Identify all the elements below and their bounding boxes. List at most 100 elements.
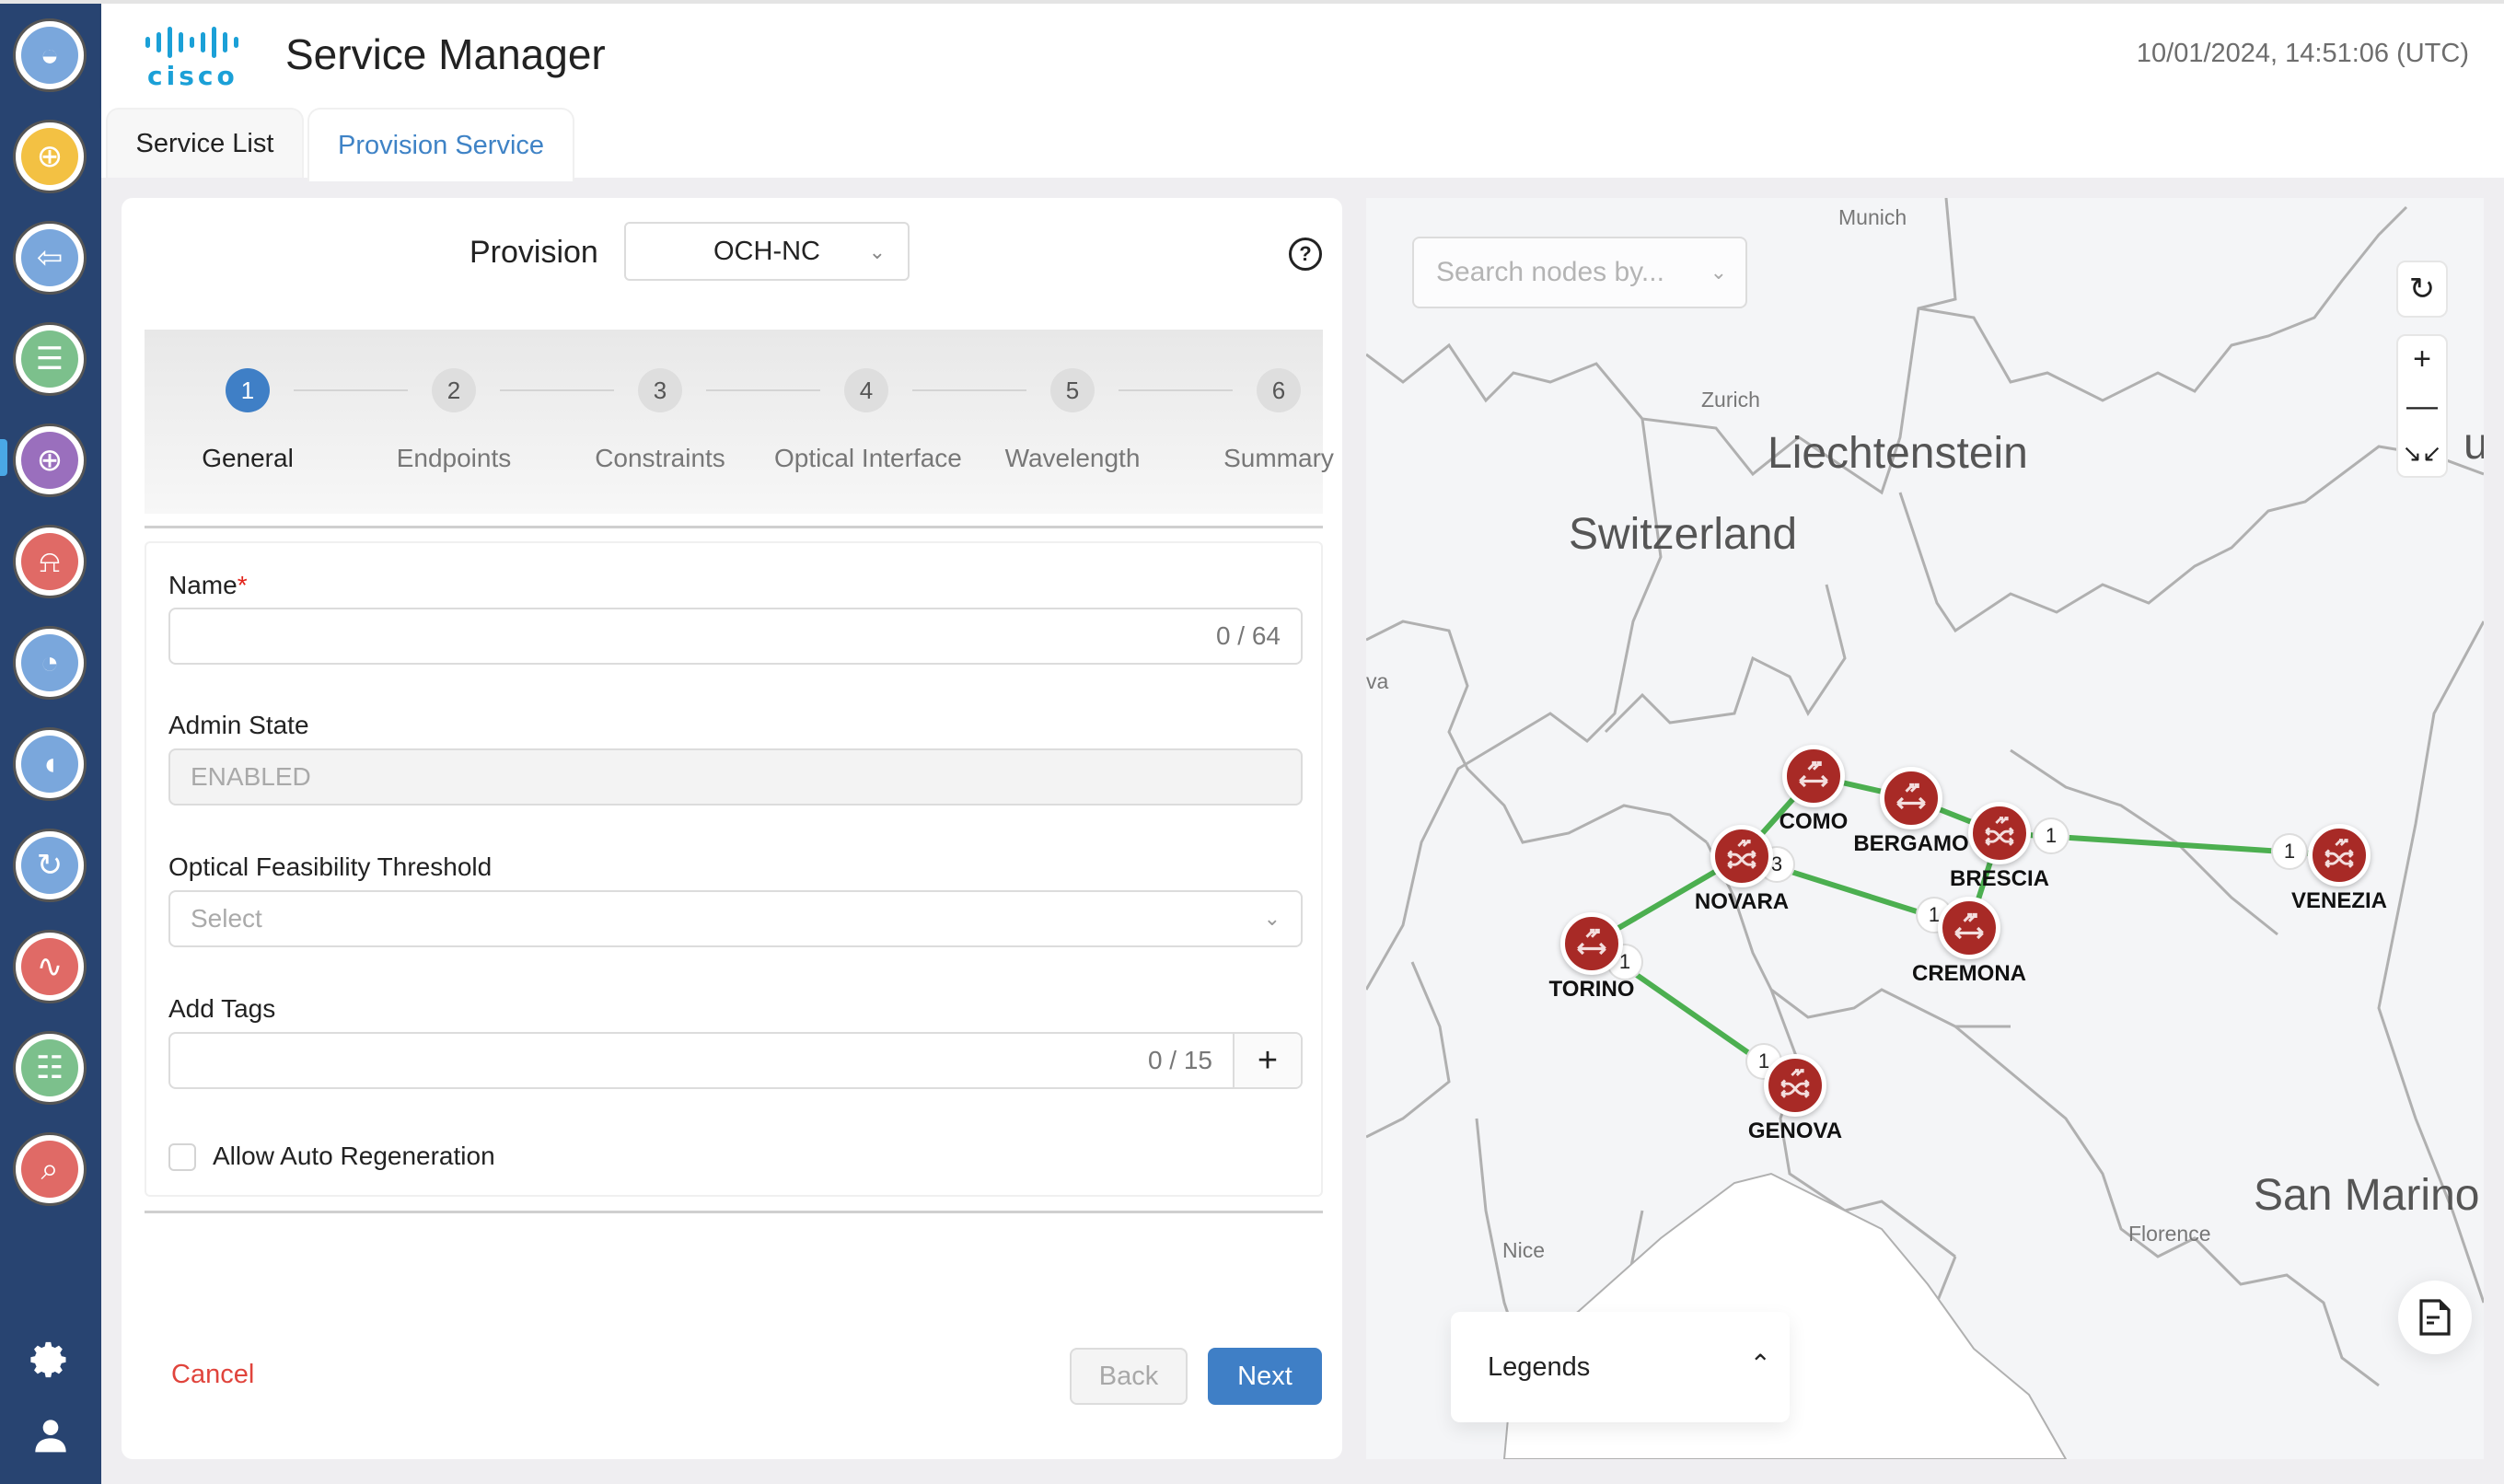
legends-panel[interactable]: Legends ⌃	[1451, 1312, 1790, 1422]
legends-title: Legends	[1488, 1352, 1591, 1382]
sidebar: ◒ ⊕ ⇦ ☰ ⊕ ⍾ ◔ ◖ ↻ ∿ ☷ ⌕	[0, 0, 101, 1484]
step-number: 3	[638, 368, 682, 412]
roadm-cross-connect-icon	[2319, 835, 2359, 875]
step-summary[interactable]: 6 Summary	[1187, 368, 1371, 473]
refresh-button[interactable]: ↻	[2396, 261, 2448, 318]
sidebar-item-sync[interactable]: ↻	[13, 829, 87, 902]
sidebar-item-import[interactable]: ⇦	[13, 221, 87, 295]
node-venezia[interactable]	[2308, 824, 2371, 887]
map-links	[1590, 773, 2340, 1088]
step-label: Optical Interface	[774, 444, 962, 472]
sidebar-item-documents[interactable]: ☰	[13, 322, 87, 396]
node-cremona[interactable]	[1938, 897, 2000, 959]
name-input[interactable]: 0 / 64	[168, 608, 1303, 665]
provision-type-value: OCH-NC	[713, 236, 820, 266]
roadm-cross-connect-icon	[1722, 836, 1762, 876]
node-label[interactable]: NOVARA	[1695, 889, 1789, 915]
sidebar-item-inventory[interactable]: ⊕	[13, 120, 87, 193]
fit-to-screen-button[interactable]: ↘↙	[2396, 430, 2448, 478]
plus-icon: +	[1257, 1040, 1279, 1080]
divider	[145, 1211, 1323, 1213]
report-button[interactable]	[2398, 1281, 2472, 1354]
app-title: Service Manager	[285, 30, 606, 78]
step-number: 6	[1257, 368, 1301, 412]
step-label: Wavelength	[1004, 444, 1141, 472]
wizard-stepper: 1 General 2 Endpoints 3 Constraints 4 Optical I…	[145, 330, 1334, 514]
sidebar-item-topology[interactable]: ◒	[13, 18, 87, 92]
node-label[interactable]: TORINO	[1549, 977, 1635, 1003]
step-label: General	[202, 444, 294, 472]
node-brescia[interactable]	[1968, 802, 2031, 864]
name-label: Name*	[168, 571, 248, 599]
oft-label: Optical Feasibility Threshold	[168, 852, 493, 881]
name-char-count: 0 / 64	[1215, 621, 1281, 650]
node-como[interactable]	[1782, 745, 1845, 807]
gear-icon[interactable]	[28, 1337, 74, 1383]
roadm-line-icon	[1571, 923, 1612, 964]
step-label: Endpoints	[396, 444, 512, 472]
user-icon[interactable]	[28, 1412, 74, 1458]
zoom-out-button[interactable]: —	[2396, 382, 2448, 432]
app-header: cisco Service Manager 10/01/2024, 14:51:…	[101, 0, 2504, 106]
admin-state-field: ENABLED	[168, 748, 1303, 806]
tab-service-list[interactable]: Service List	[106, 108, 304, 178]
sidebar-item-circuit[interactable]: ◖	[13, 727, 87, 801]
node-label[interactable]: VENEZIA	[2291, 888, 2387, 914]
search-nodes-placeholder: Search nodes by...	[1436, 257, 1664, 287]
node-bergamo[interactable]	[1880, 767, 1942, 829]
help-icon[interactable]: ?	[1289, 238, 1322, 271]
documents-icon: ☰	[21, 330, 78, 388]
node-label[interactable]: BRESCIA	[1950, 866, 2049, 892]
back-button[interactable]: Back	[1070, 1348, 1188, 1405]
bell-icon: ⍾	[21, 533, 78, 590]
chevron-down-icon: ⌄	[868, 240, 886, 263]
sidebar-item-performance[interactable]: ∿	[13, 930, 87, 1003]
step-general[interactable]: 1 General	[156, 368, 340, 473]
port-count-badge[interactable]: 1	[2271, 833, 2308, 870]
topology-map[interactable]: MunichZurichLiechtensteinSwitzerlandusva…	[1366, 198, 2484, 1459]
node-label[interactable]: CREMONA	[1912, 961, 2026, 987]
sidebar-item-diagnostics[interactable]: ⌕	[13, 1132, 87, 1206]
sidebar-item-alarms[interactable]: ⍾	[13, 525, 87, 598]
document-icon	[2419, 1299, 2451, 1336]
current-datetime: 10/01/2024, 14:51:06 (UTC)	[2136, 39, 2469, 68]
node-torino[interactable]	[1560, 912, 1623, 975]
sidebar-item-dashboard[interactable]: ◔	[13, 626, 87, 700]
step-label: Summary	[1223, 444, 1334, 472]
zoom-in-button[interactable]: +	[2396, 334, 2448, 384]
step-wavelength[interactable]: 5 Wavelength	[980, 368, 1165, 473]
port-count-badge[interactable]: 1	[2033, 817, 2069, 854]
tags-char-count: 0 / 15	[1147, 1046, 1212, 1074]
oft-select[interactable]: Select ⌄	[168, 890, 1303, 947]
step-endpoints[interactable]: 2 Endpoints	[362, 368, 546, 473]
admin-state-value: ENABLED	[191, 762, 311, 791]
tab-provision-service[interactable]: Provision Service	[307, 108, 574, 181]
tags-input[interactable]: 0 / 15 +	[168, 1032, 1303, 1089]
cisco-logo: cisco	[138, 26, 258, 91]
general-form: Name* 0 / 64 Admin State ENABLED Optical…	[145, 541, 1323, 1197]
roadm-cross-connect-icon	[1775, 1065, 1815, 1106]
database-add-icon: ⊕	[21, 128, 78, 185]
cancel-button[interactable]: Cancel	[171, 1360, 254, 1390]
node-label[interactable]: GENOVA	[1748, 1119, 1842, 1144]
auto-regeneration-checkbox[interactable]	[168, 1143, 196, 1171]
import-arrow-icon: ⇦	[21, 229, 78, 286]
step-optical-interface[interactable]: 4 Optical Interface	[774, 368, 962, 473]
minus-icon: —	[2406, 388, 2438, 423]
sidebar-item-service-manager[interactable]: ⊕	[13, 423, 87, 497]
refresh-icon: ↻	[2408, 272, 2436, 307]
provision-type-select[interactable]: OCH-NC ⌄	[624, 222, 910, 281]
node-label[interactable]: COMO	[1779, 809, 1849, 835]
node-novara[interactable]	[1710, 825, 1773, 887]
chevron-down-icon: ⌄	[1263, 907, 1281, 930]
step-number: 5	[1050, 368, 1095, 412]
node-genova[interactable]	[1764, 1054, 1826, 1117]
next-button[interactable]: Next	[1208, 1348, 1322, 1405]
network-path-icon: ◖	[21, 736, 78, 793]
add-tag-button[interactable]: +	[1233, 1034, 1301, 1087]
search-nodes-select[interactable]: Search nodes by... ⌄	[1412, 237, 1747, 308]
node-label[interactable]: BERGAMO	[1853, 831, 1968, 857]
chevron-up-icon: ⌃	[1749, 1350, 1771, 1378]
sidebar-item-scheduled-reports[interactable]: ☷	[13, 1031, 87, 1105]
step-constraints[interactable]: 3 Constraints	[568, 368, 752, 473]
